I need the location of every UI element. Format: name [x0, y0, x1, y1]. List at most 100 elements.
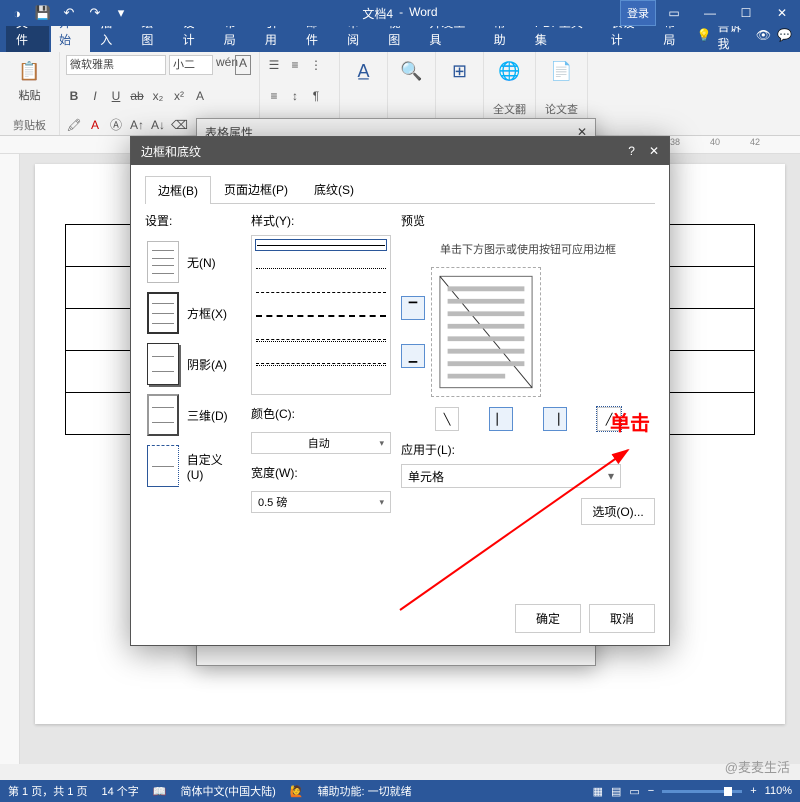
shrink-font-icon[interactable]: A↓: [150, 118, 166, 132]
ribbon-display-icon[interactable]: ▭: [656, 0, 692, 26]
highlight-icon[interactable]: 🖍: [66, 118, 82, 132]
style-list[interactable]: [251, 235, 391, 395]
underline-icon[interactable]: U: [108, 89, 124, 103]
language-icon: 📖: [153, 785, 167, 798]
window-titlebar: ◑ 💾 ↶ ↷ ▾ 文档4 - Word 登录 ▭ — ☐ ✕: [0, 0, 800, 26]
app-name: Word: [409, 5, 437, 22]
view-read-icon[interactable]: ▦: [593, 785, 603, 798]
multilevel-icon[interactable]: ⋮: [308, 58, 324, 72]
accessibility-status[interactable]: 辅助功能: 一切就绪: [318, 783, 412, 799]
border-left-button[interactable]: ▏: [489, 407, 513, 431]
redo-icon[interactable]: ↷: [84, 2, 106, 24]
paste-button[interactable]: 📋 粘贴: [6, 55, 53, 105]
addin-button[interactable]: ⊞: [442, 55, 477, 87]
preview-svg: [438, 274, 534, 390]
border-right-button[interactable]: ▕: [543, 407, 567, 431]
border-top-button[interactable]: ▔: [401, 296, 425, 320]
style-dashed[interactable]: [256, 310, 386, 322]
share-icon[interactable]: 👁: [756, 28, 771, 42]
clear-format-icon[interactable]: ⌫: [171, 118, 187, 132]
autosave-icon[interactable]: ◑: [6, 2, 28, 24]
dialog-tabs: 边框(B) 页面边框(P) 底纹(S): [145, 175, 655, 204]
save-icon[interactable]: 💾: [32, 2, 54, 24]
dialog-close-icon[interactable]: ✕: [649, 144, 659, 158]
align-left-icon[interactable]: ≡: [266, 89, 282, 103]
maximize-icon[interactable]: ☐: [728, 0, 764, 26]
comments-icon[interactable]: 💬: [777, 28, 792, 42]
find-icon: 🔍: [398, 57, 426, 85]
color-select[interactable]: 自动: [251, 432, 391, 454]
superscript-icon[interactable]: x²: [171, 89, 187, 103]
style-dotted[interactable]: [256, 262, 386, 274]
view-print-icon[interactable]: ▤: [611, 785, 621, 798]
fulltext-button[interactable]: 🌐: [490, 55, 529, 87]
border-bottom-button[interactable]: ▁: [401, 344, 425, 368]
font-size-select[interactable]: 小二: [169, 55, 213, 75]
styles-icon: A̲: [350, 57, 378, 85]
subscript-icon[interactable]: x₂: [150, 89, 166, 103]
style-label: 样式(Y):: [251, 212, 391, 229]
setting-3d[interactable]: 三维(D): [145, 391, 241, 439]
preview-diagram[interactable]: [431, 267, 541, 397]
borders-shading-dialog: 边框和底纹 ? ✕ 边框(B) 页面边框(P) 底纹(S) 设置: 无(N) 方…: [130, 136, 670, 646]
bullets-icon[interactable]: ☰: [266, 58, 282, 72]
thesis-button[interactable]: 📄: [542, 55, 581, 87]
style-dashed-s[interactable]: [256, 286, 386, 298]
width-select[interactable]: 0.5 磅: [251, 491, 391, 513]
clipboard-group-label: 剪贴板: [6, 117, 53, 133]
width-label: 宽度(W):: [251, 464, 391, 481]
status-bar: 第 1 页，共 1 页 14 个字 📖 简体中文(中国大陆) 🙋 辅助功能: 一…: [0, 780, 800, 802]
dialog-title: 边框和底纹: [141, 143, 201, 160]
italic-icon[interactable]: I: [87, 89, 103, 103]
setting-none[interactable]: 无(N): [145, 238, 241, 286]
undo-icon[interactable]: ↶: [58, 2, 80, 24]
char-border-icon[interactable]: A: [235, 55, 251, 75]
numbering-icon[interactable]: ≡: [287, 58, 303, 72]
setting-shadow[interactable]: 阴影(A): [145, 340, 241, 388]
styles-button[interactable]: A̲: [346, 55, 381, 87]
tab-shading[interactable]: 底纹(S): [301, 175, 367, 203]
login-button[interactable]: 登录: [620, 0, 656, 26]
zoom-out-icon[interactable]: −: [648, 785, 654, 797]
setting-custom[interactable]: 自定义(U): [145, 442, 241, 490]
grow-font-icon[interactable]: A↑: [129, 118, 145, 132]
language-status[interactable]: 简体中文(中国大陆): [180, 783, 275, 799]
view-web-icon[interactable]: ▭: [629, 785, 639, 798]
page-status[interactable]: 第 1 页，共 1 页: [8, 783, 87, 799]
style-dashdot[interactable]: [256, 334, 386, 346]
apply-to-select[interactable]: 单元格: [401, 464, 621, 488]
font-name-select[interactable]: 微软雅黑: [66, 55, 166, 75]
thesis-icon: 📄: [548, 57, 576, 85]
word-count[interactable]: 14 个字: [101, 783, 138, 799]
bulb-icon: 💡: [696, 28, 711, 42]
clipboard-icon: 📋: [16, 57, 44, 85]
zoom-level[interactable]: 110%: [765, 785, 792, 797]
zoom-in-icon[interactable]: +: [750, 785, 756, 797]
translate-icon: 🌐: [496, 57, 524, 85]
char-shading-icon[interactable]: Ⓐ: [108, 116, 124, 133]
dialog-help-icon[interactable]: ?: [628, 144, 635, 158]
watermark: @麦麦生活: [725, 757, 790, 776]
sort-icon[interactable]: ↕: [287, 89, 303, 103]
setting-box[interactable]: 方框(X): [145, 289, 241, 337]
pinyin-icon[interactable]: wén: [216, 55, 232, 75]
bold-icon[interactable]: B: [66, 89, 82, 103]
diag-down-button[interactable]: ╲: [435, 407, 459, 431]
minimize-icon[interactable]: —: [692, 0, 728, 26]
style-solid[interactable]: [255, 239, 387, 251]
options-button[interactable]: 选项(O)...: [581, 498, 655, 525]
style-dashdotdot[interactable]: [256, 358, 386, 370]
ok-button[interactable]: 确定: [515, 604, 581, 633]
tab-border[interactable]: 边框(B): [145, 176, 211, 204]
editing-button[interactable]: 🔍: [394, 55, 429, 87]
text-effects-icon[interactable]: A: [192, 89, 208, 103]
marks-icon[interactable]: ¶: [308, 89, 324, 103]
font-color-icon[interactable]: A: [87, 118, 103, 132]
qat-dropdown-icon[interactable]: ▾: [110, 2, 132, 24]
close-icon[interactable]: ✕: [764, 0, 800, 26]
tab-page-border[interactable]: 页面边框(P): [211, 175, 301, 203]
zoom-slider[interactable]: [662, 790, 742, 793]
strike-icon[interactable]: ab: [129, 89, 145, 103]
document-title: 文档4: [362, 5, 393, 22]
cancel-button[interactable]: 取消: [589, 604, 655, 633]
